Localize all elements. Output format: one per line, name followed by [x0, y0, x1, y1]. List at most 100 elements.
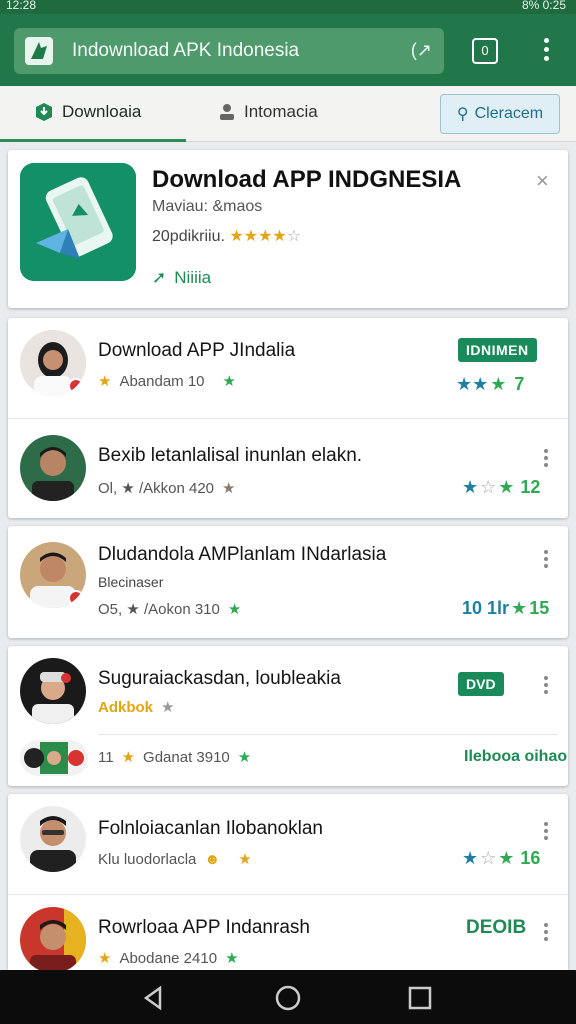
- featured-action-label: Niiiia: [174, 268, 212, 287]
- notification-badge: [68, 378, 84, 394]
- item-title: Rowrloaa APP Indanrash: [98, 917, 310, 938]
- more-options-icon[interactable]: [544, 449, 550, 470]
- star-icon: ★: [98, 373, 112, 390]
- star-icon: ★: [225, 950, 239, 967]
- item-title: Bexib letanlalisal inunlan elakn.: [98, 445, 363, 466]
- item-subtitle: Blecinaser: [98, 574, 164, 590]
- empty-star-icon: ☆: [480, 477, 497, 497]
- tab-downloads[interactable]: Downloaia: [34, 102, 141, 122]
- rating-stars-icon: ★★★★: [229, 228, 287, 245]
- active-tab-indicator: [0, 139, 186, 142]
- item-meta-text: Abodane 2410: [119, 949, 218, 967]
- status-bar: 12:28 8% 0:25: [0, 0, 576, 14]
- star-icon: ★: [238, 851, 252, 868]
- star-icon: ★: [511, 598, 528, 618]
- overflow-menu-icon[interactable]: [536, 36, 556, 66]
- more-options-icon[interactable]: [544, 550, 550, 571]
- list-item[interactable]: Bexib letanlalisal inunlan elakn. Ol, ★ …: [8, 418, 568, 518]
- notification-badge: [68, 590, 84, 606]
- person-icon: [220, 104, 234, 120]
- back-icon[interactable]: [140, 984, 168, 1012]
- close-icon[interactable]: ×: [536, 168, 549, 194]
- item-score-value: 12: [520, 477, 541, 497]
- item-meta-text: Klu luodorlacla: [98, 850, 197, 868]
- avatar: [20, 542, 86, 608]
- more-options-icon[interactable]: [544, 822, 550, 843]
- item-meta-text: O5, ★ /Aokon 310: [98, 601, 220, 618]
- star-icon: ★: [121, 749, 136, 766]
- system-navigation-bar: [0, 970, 576, 1024]
- featured-app-icon: [20, 163, 136, 281]
- star-icon: ★: [237, 749, 252, 766]
- url-title: Indownload APK Indonesia: [72, 40, 300, 61]
- app-logo-icon: [24, 36, 54, 66]
- share-link-icon[interactable]: (↗: [411, 40, 432, 61]
- item-sub-meta-count: 11: [98, 748, 114, 766]
- item-title: Folnloiacanlan Ilobanoklan: [98, 818, 323, 839]
- item-score: ★★ ★ 7: [456, 374, 524, 395]
- tab-information[interactable]: Intomacia: [218, 102, 318, 122]
- item-meta: Adkbok ★: [98, 698, 175, 717]
- item-sub-meta-text: Gdanat 3910: [143, 748, 230, 766]
- star-icon: ★: [222, 373, 236, 390]
- star-icon: ★: [161, 699, 175, 716]
- app-list-card: Dludandola AMPlanlam INdarlasia Blecinas…: [8, 526, 568, 638]
- rating-stars-icon: ★★: [456, 374, 489, 394]
- featured-app-card[interactable]: Download APP INDGNESIA Maviau: &maos 20p…: [8, 150, 568, 308]
- more-options-icon[interactable]: [544, 923, 550, 944]
- item-score-label: 10 1lr: [462, 598, 510, 618]
- item-meta: ★ Abodane 2410 ★: [98, 949, 239, 968]
- item-meta: O5, ★ /Aokon 310 ★: [98, 600, 241, 618]
- avatar: [20, 658, 86, 724]
- item-meta-text: Abandam 10: [119, 372, 205, 390]
- tab-information-label: Intomacia: [244, 102, 318, 121]
- more-options-icon[interactable]: [544, 676, 550, 697]
- item-meta: Ol, ★ /Akkon 420 ★: [98, 479, 235, 497]
- home-icon[interactable]: [274, 984, 302, 1012]
- item-score: 10 1lr ★ 15: [462, 598, 549, 619]
- item-meta: ★ Abandam 10 ★: [98, 372, 236, 391]
- item-sub-action[interactable]: Ilebooa oihao: [464, 748, 567, 766]
- item-sub-meta: 11 ★ Gdanat 3910 ★: [98, 748, 252, 767]
- list-item[interactable]: Dludandola AMPlanlam INdarlasia Blecinas…: [8, 526, 568, 638]
- item-score: ★ ☆ ★ 16: [462, 848, 540, 869]
- avatar: [20, 435, 86, 501]
- featured-rating-label: 20pdikriiu.: [152, 228, 225, 245]
- item-title: Download APP JIndalia: [98, 340, 296, 361]
- item-title: Dludandola AMPlanlam INdarlasia: [98, 544, 387, 565]
- featured-subtitle: Maviau: &maos: [152, 198, 263, 215]
- star-icon: ★: [222, 480, 236, 497]
- status-indicators: 8% 0:25: [521, 0, 566, 12]
- browser-toolbar: Indownload APK Indonesia (↗ 0: [0, 14, 576, 86]
- recents-icon[interactable]: [406, 984, 434, 1012]
- star-icon: ★: [462, 848, 479, 868]
- list-item[interactable]: Folnloiacanlan Ilobanoklan Klu luodorlac…: [8, 794, 568, 894]
- tab-switcher-button[interactable]: 0: [472, 38, 498, 64]
- list-item[interactable]: Download APP JIndalia ★ Abandam 10 ★ IDN…: [8, 318, 568, 418]
- arrow-trend-icon: ➚: [152, 268, 167, 287]
- app-list-card: Download APP JIndalia ★ Abandam 10 ★ IDN…: [8, 318, 568, 518]
- star-icon: ★: [462, 477, 479, 497]
- list-item[interactable]: Suguraiackasdan, loubleakia Adkbok ★ DVD…: [8, 646, 568, 786]
- empty-star-icon: ☆: [480, 848, 497, 868]
- item-score: ★ ☆ ★ 12: [462, 477, 540, 498]
- featured-title: Download APP INDGNESIA: [152, 166, 462, 193]
- clear-button[interactable]: ⚲ Cleracem: [440, 94, 560, 134]
- divider: [98, 734, 558, 735]
- star-icon: ★: [498, 477, 515, 497]
- item-meta: Klu luodorlacla ☻ ★: [98, 850, 252, 869]
- avatar: [20, 907, 86, 973]
- app-list-card: Suguraiackasdan, loubleakia Adkbok ★ DVD…: [8, 646, 568, 786]
- app-list-card: Folnloiacanlan Ilobanoklan Klu luodorlac…: [8, 794, 568, 994]
- search-icon: ⚲: [456, 106, 469, 123]
- avatar: [20, 330, 86, 396]
- status-badge: DVD: [458, 672, 504, 696]
- star-icon: ★: [490, 374, 507, 394]
- featured-action-link[interactable]: ➚ Niiiia: [152, 268, 211, 288]
- tab-bar: Downloaia Intomacia ⚲ Cleracem: [0, 86, 576, 142]
- url-bar[interactable]: Indownload APK Indonesia (↗: [14, 28, 444, 74]
- emoji-icon: ☻: [204, 850, 221, 868]
- avatar: [20, 806, 86, 872]
- item-meta-label: Adkbok: [98, 698, 154, 716]
- item-score-value: 16: [520, 848, 541, 868]
